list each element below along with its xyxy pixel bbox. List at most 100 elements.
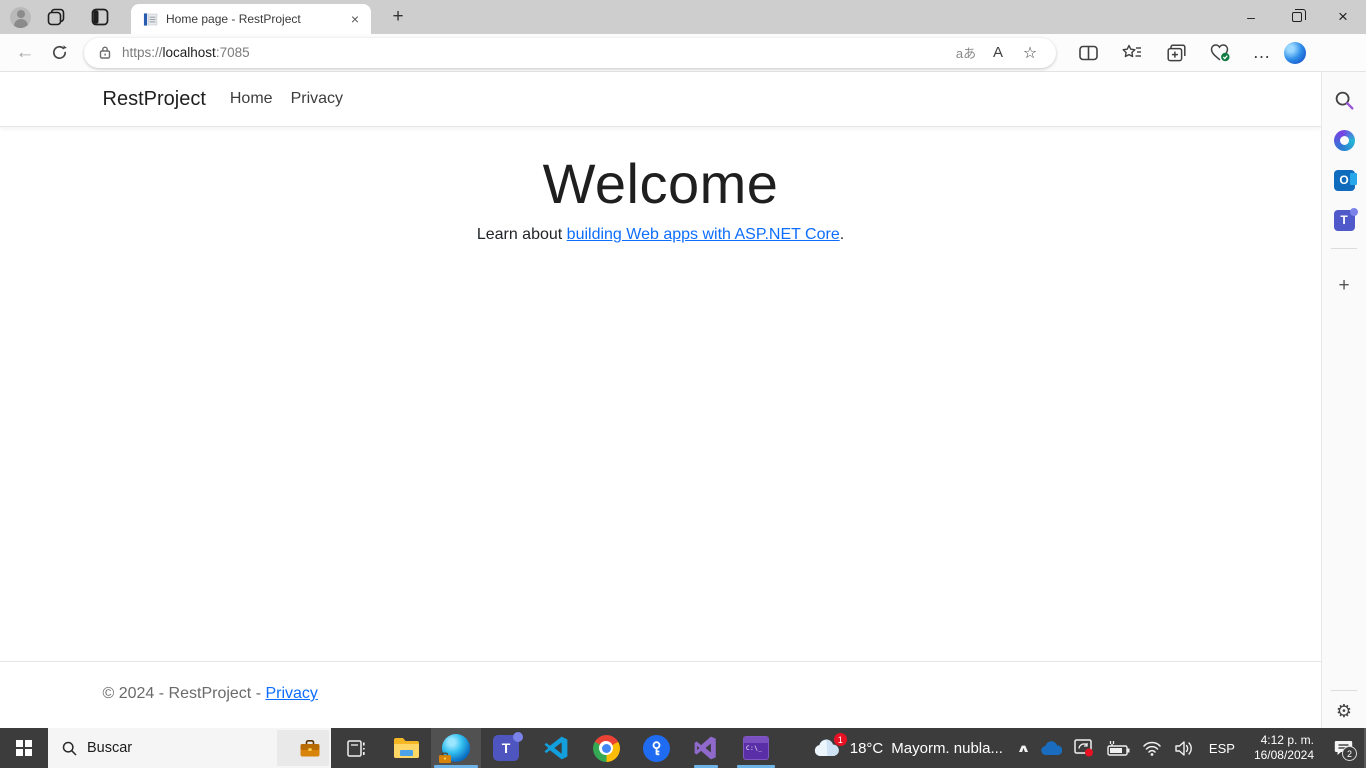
content-area: RestProject Home Privacy Welcome Learn a… xyxy=(0,72,1366,728)
lock-icon xyxy=(99,46,111,59)
address-bar[interactable]: https://localhost:7085 aあ A ☆ xyxy=(84,37,1056,68)
edge-button[interactable] xyxy=(431,728,481,768)
page-main: Welcome Learn about building Web apps wi… xyxy=(0,127,1321,661)
split-screen-icon[interactable] xyxy=(1070,38,1106,68)
sidebar-settings-icon[interactable]: ⚙ xyxy=(1336,701,1352,722)
notification-count-badge: 2 xyxy=(1342,746,1357,761)
intro-suffix: . xyxy=(839,226,845,243)
footer-privacy-link[interactable]: Privacy xyxy=(265,685,317,702)
new-tab-button[interactable]: + xyxy=(385,6,411,28)
refresh-icon xyxy=(52,45,67,59)
intro-text: Learn about building Web apps with ASP.N… xyxy=(0,226,1321,244)
weather-cloud-icon: 1 xyxy=(812,733,847,760)
key-app-icon xyxy=(642,734,670,762)
chevron-up-icon: ∧ xyxy=(1016,742,1031,755)
url-scheme: https:// xyxy=(122,45,163,60)
restore-icon xyxy=(1292,9,1306,22)
url-port: :7085 xyxy=(215,45,250,60)
more-menu-icon[interactable]: … xyxy=(1244,38,1280,68)
file-explorer-button[interactable] xyxy=(381,728,431,768)
back-icon: ← xyxy=(15,41,35,63)
language-indicator[interactable]: ESP xyxy=(1200,728,1244,768)
sidebar-m365-icon[interactable] xyxy=(1328,124,1360,156)
battery-tray-icon[interactable] xyxy=(1100,728,1136,768)
sidebar-divider-bottom xyxy=(1331,690,1357,691)
command-prompt-icon: C:\_ xyxy=(743,736,769,760)
start-button[interactable] xyxy=(0,728,48,768)
restore-button[interactable] xyxy=(1274,0,1320,34)
teams-icon: T xyxy=(493,732,523,761)
taskbar-search[interactable] xyxy=(48,728,331,768)
sidebar-outlook-icon[interactable]: O xyxy=(1328,164,1360,196)
sidebar-add-button[interactable]: + xyxy=(1338,275,1349,297)
close-window-button[interactable]: × xyxy=(1320,0,1366,34)
weather-alert-badge: 1 xyxy=(833,733,847,746)
aspnet-docs-link[interactable]: building Web apps with ASP.NET Core xyxy=(567,226,840,243)
sidebar-search-icon[interactable] xyxy=(1328,84,1360,116)
display-status-tray-icon[interactable] xyxy=(1068,728,1100,768)
collections-icon[interactable] xyxy=(1158,38,1194,68)
footer-text: © 2024 - RestProject - xyxy=(102,685,266,702)
onedrive-tray-icon[interactable] xyxy=(1034,728,1068,768)
web-page: RestProject Home Privacy Welcome Learn a… xyxy=(0,72,1321,728)
terminal-text: C:\_ xyxy=(746,745,763,752)
command-prompt-button[interactable]: C:\_ xyxy=(731,728,781,768)
copilot-icon[interactable] xyxy=(1284,41,1306,64)
clock-time: 4:12 p. m. xyxy=(1260,733,1314,747)
nav-link-privacy[interactable]: Privacy xyxy=(291,90,343,108)
page-title: Welcome xyxy=(542,152,779,215)
profile-avatar-icon[interactable] xyxy=(10,6,31,28)
screen: Home page - RestProject × + – × ← https:… xyxy=(0,0,1366,768)
teams-button[interactable]: T xyxy=(481,728,531,768)
search-input[interactable] xyxy=(87,740,227,756)
back-button[interactable]: ← xyxy=(8,38,42,68)
key-app-button[interactable] xyxy=(631,728,681,768)
edge-sidebar: O T + ⚙ xyxy=(1321,72,1366,728)
volume-tray-icon[interactable] xyxy=(1168,728,1200,768)
favorites-icon[interactable] xyxy=(1114,38,1150,68)
browser-toolbar: ← https://localhost:7085 aあ A ☆ … xyxy=(0,34,1366,72)
search-highlight[interactable] xyxy=(277,730,329,766)
read-aloud-icon[interactable]: A xyxy=(982,40,1014,66)
action-center-button[interactable]: 2 xyxy=(1324,728,1366,768)
tray-expand-button[interactable]: ∧ xyxy=(1013,728,1034,768)
chrome-button[interactable] xyxy=(581,728,631,768)
tab-actions-icon[interactable] xyxy=(85,2,115,32)
aspnet-favicon-icon xyxy=(143,12,158,26)
sidebar-teams-icon[interactable]: T xyxy=(1328,204,1360,236)
taskbar: T C:\_ 1 18°C Mayorm. nubla... ∧ xyxy=(0,728,1366,768)
window-controls: – × xyxy=(1228,0,1366,34)
clock-date: 16/08/2024 xyxy=(1253,748,1314,762)
briefcase-icon xyxy=(300,739,320,756)
visual-studio-button[interactable] xyxy=(681,728,731,768)
minimize-button[interactable]: – xyxy=(1228,0,1274,34)
teams-letter: T xyxy=(1340,213,1348,227)
workspaces-icon[interactable] xyxy=(41,2,71,32)
browser-tab[interactable]: Home page - RestProject × xyxy=(131,4,371,34)
wifi-tray-icon[interactable] xyxy=(1136,728,1168,768)
vscode-button[interactable] xyxy=(531,728,581,768)
browser-essentials-icon[interactable] xyxy=(1202,38,1238,68)
translate-icon[interactable]: aあ xyxy=(950,40,982,66)
outlook-letter: O xyxy=(1339,173,1349,187)
weather-condition: Mayorm. nubla... xyxy=(891,739,1003,757)
url-text: https://localhost:7085 xyxy=(122,45,950,60)
file-explorer-icon xyxy=(393,738,419,758)
chrome-icon xyxy=(592,734,620,762)
site-footer: © 2024 - RestProject - Privacy xyxy=(0,661,1321,728)
search-icon xyxy=(62,741,77,756)
site-navbar: RestProject Home Privacy xyxy=(0,72,1321,127)
task-view-button[interactable] xyxy=(331,728,381,768)
weather-temp: 18°C xyxy=(849,739,884,757)
nav-link-home[interactable]: Home xyxy=(230,90,273,108)
navbar-brand[interactable]: RestProject xyxy=(103,88,206,111)
add-favorite-icon[interactable]: ☆ xyxy=(1014,40,1046,66)
taskbar-clock[interactable]: 4:12 p. m. 16/08/2024 xyxy=(1244,728,1324,768)
tab-close-icon[interactable]: × xyxy=(347,11,363,27)
edge-icon xyxy=(439,734,470,764)
vscode-icon xyxy=(544,736,568,760)
refresh-button[interactable] xyxy=(42,38,76,68)
weather-widget[interactable]: 1 18°C Mayorm. nubla... xyxy=(802,728,1013,768)
tab-title: Home page - RestProject xyxy=(166,12,301,26)
intro-prefix: Learn about xyxy=(476,226,567,243)
